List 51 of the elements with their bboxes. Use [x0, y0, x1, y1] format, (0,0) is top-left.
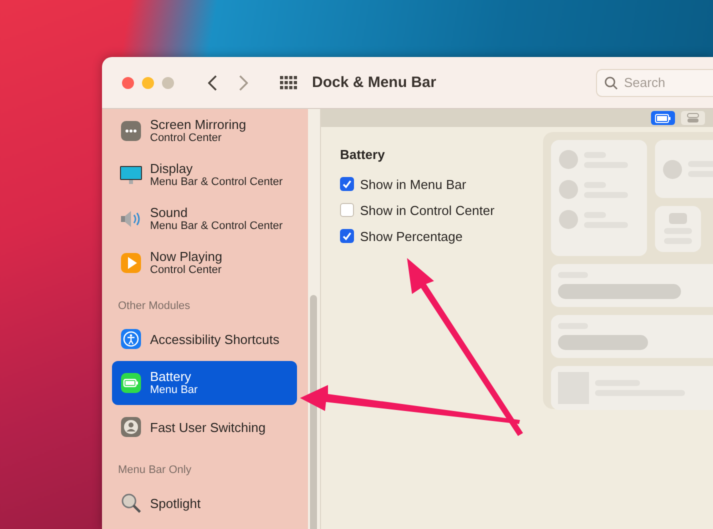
item-title: Spotlight — [150, 496, 201, 510]
window-title: Dock & Menu Bar — [312, 74, 436, 91]
item-title: Accessibility Shortcuts — [150, 332, 280, 346]
sidebar-item[interactable]: Sound Menu Bar & Control Center — [112, 197, 297, 241]
section-heading: Battery — [340, 147, 386, 162]
toggles-mode-button[interactable] — [681, 111, 705, 125]
section-header: Menu Bar Only — [118, 464, 192, 476]
item-subtitle: Menu Bar — [150, 384, 198, 397]
sidebar-item[interactable]: Fast User Switching — [112, 405, 297, 449]
accessibility-icon — [120, 328, 142, 350]
sidebar-item[interactable]: Battery Menu Bar — [112, 361, 297, 405]
sidebar-item[interactable]: Screen Mirroring Control Center — [112, 109, 297, 153]
battery-mode-button[interactable] — [651, 111, 675, 125]
battery-icon — [120, 372, 142, 394]
minimize-button[interactable] — [142, 76, 154, 88]
user-icon — [120, 416, 142, 438]
dots-icon — [120, 120, 142, 142]
toggles-icon — [687, 113, 699, 123]
item-title: Battery — [150, 369, 192, 384]
checkbox-label: Show in Menu Bar — [360, 176, 466, 192]
checkbox[interactable] — [340, 203, 354, 217]
zoom-button[interactable] — [162, 76, 174, 88]
search-field[interactable]: Search — [596, 68, 713, 96]
play-icon — [120, 252, 142, 274]
sidebar-item[interactable]: Spotlight — [112, 481, 297, 525]
sidebar-item[interactable]: Display Menu Bar & Control Center — [112, 153, 297, 197]
item-title: Now Playing — [150, 249, 222, 264]
close-button[interactable] — [122, 76, 134, 88]
back-icon[interactable] — [208, 74, 217, 90]
item-subtitle: Menu Bar & Control Center — [150, 176, 283, 189]
checkbox-label: Show in Control Center — [360, 202, 494, 218]
section-header: Other Modules — [118, 300, 190, 312]
item-title: Fast User Switching — [150, 420, 266, 434]
sidebar-item[interactable]: Accessibility Shortcuts — [112, 317, 297, 361]
item-title: Sound — [150, 205, 189, 220]
checkbox[interactable] — [340, 177, 354, 191]
monitor-icon — [119, 164, 143, 186]
item-title: Screen Mirroring — [150, 117, 246, 132]
item-subtitle: Control Center — [150, 132, 223, 145]
forward-icon[interactable] — [239, 74, 248, 90]
item-title: Display — [150, 161, 194, 176]
item-subtitle: Menu Bar & Control Center — [150, 220, 283, 233]
checkbox[interactable] — [340, 229, 354, 243]
checkbox-label: Show Percentage — [360, 228, 463, 244]
sidebar-item[interactable]: Now Playing Control Center — [112, 241, 297, 285]
grid-icon[interactable] — [280, 76, 298, 90]
magnifier-icon — [120, 492, 142, 514]
battery-icon — [655, 114, 671, 122]
scrollbar-thumb[interactable] — [310, 295, 317, 529]
search-icon — [604, 76, 618, 90]
item-subtitle: Control Center — [150, 264, 222, 277]
